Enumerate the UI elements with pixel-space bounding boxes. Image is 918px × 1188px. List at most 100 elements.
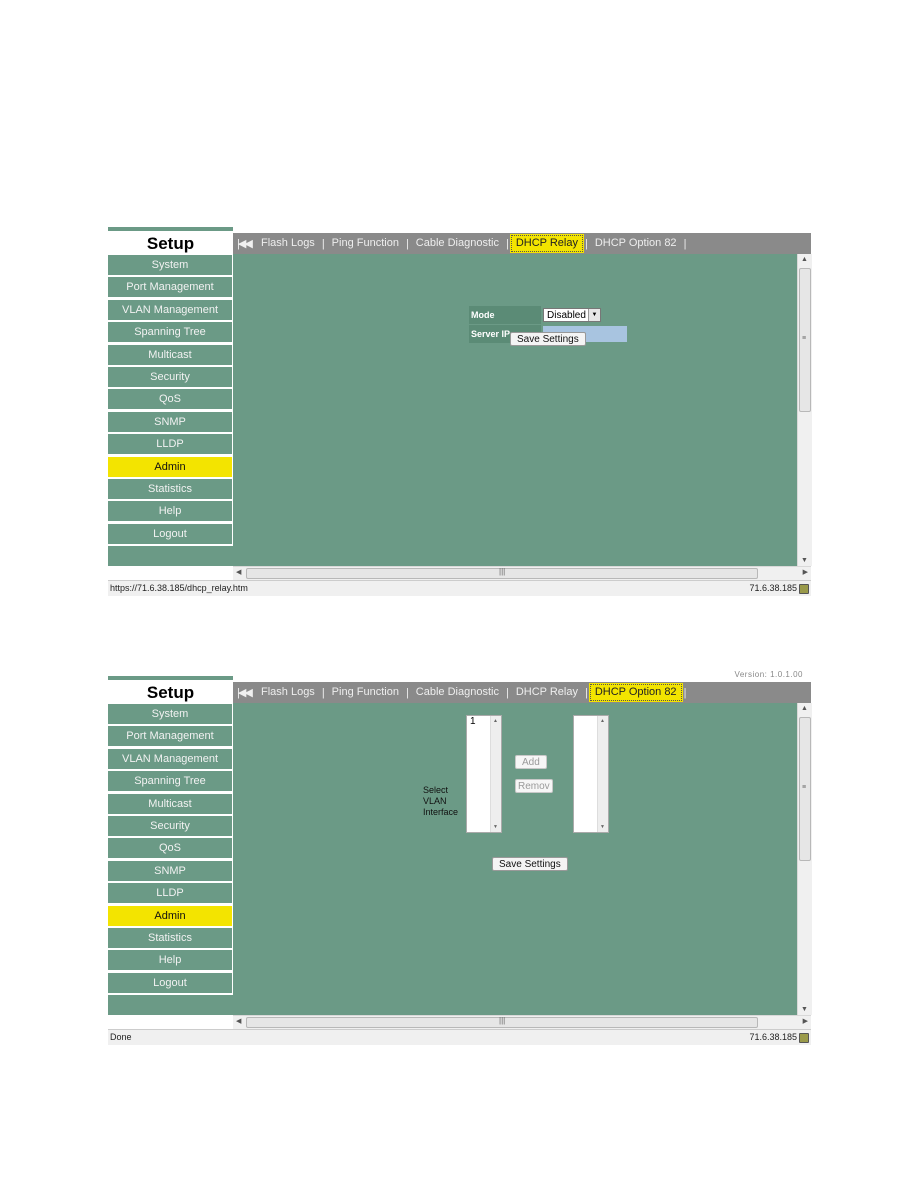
status-bar: https://71.6.38.185/dhcp_relay.htm 71.6.… — [108, 580, 811, 596]
mode-row: Mode Disabled ▼ — [469, 306, 627, 324]
sidebar-spacer — [108, 995, 233, 1016]
grip-icon: ≡ — [802, 335, 807, 342]
sidebar-item-lldp[interactable]: LLDP — [108, 883, 233, 904]
mode-label: Mode — [469, 306, 541, 324]
sidebar-item-snmp[interactable]: SNMP — [108, 860, 233, 881]
scroll-left-icon[interactable]: ◀ — [236, 568, 241, 576]
lock-icon[interactable] — [799, 584, 809, 594]
sidebar-item-multicast[interactable]: Multicast — [108, 344, 233, 365]
sidebar-title: Setup — [146, 234, 195, 253]
scroll-thumb[interactable]: ≡ — [799, 268, 811, 412]
sidebar-item-security[interactable]: Security — [108, 815, 233, 836]
sidebar-item-logout[interactable]: Logout — [108, 523, 233, 544]
first-page-icon[interactable]: |◀◀ — [237, 686, 255, 699]
sidebar-item-qos[interactable]: QoS — [108, 389, 233, 410]
sidebar-item-admin[interactable]: Admin — [108, 456, 233, 477]
tab-dhcp-option-82[interactable]: DHCP Option 82 — [588, 683, 683, 702]
content-area: Mode Disabled ▼ Server IP Save Settings — [233, 254, 797, 566]
vertical-scrollbar[interactable]: ▲ ≡ ▼ — [797, 254, 812, 566]
tab-flash-logs[interactable]: Flash Logs — [255, 234, 321, 253]
sidebar-item-snmp[interactable]: SNMP — [108, 411, 233, 432]
sidebar-item-system[interactable]: System — [108, 704, 233, 724]
lock-icon[interactable] — [799, 1033, 809, 1043]
grip-icon: ||| — [499, 1016, 506, 1025]
scroll-thumb[interactable]: ||| — [246, 567, 758, 579]
scroll-up-icon[interactable]: ▲ — [801, 705, 808, 712]
status-url: https://71.6.38.185/dhcp_relay.htm — [110, 583, 248, 593]
sidebar-item-statistics[interactable]: Statistics — [108, 927, 233, 948]
select-vlan-interface-label: Select VLAN Interface — [423, 785, 458, 818]
tab-bar: |◀◀ Flash Logs | Ping Function | Cable D… — [233, 682, 811, 703]
status-bar: Done 71.6.38.185 — [108, 1029, 811, 1045]
chevron-down-icon[interactable]: ▼ — [588, 309, 600, 321]
tab-dhcp-option-82[interactable]: DHCP Option 82 — [589, 234, 683, 253]
available-vlan-list[interactable]: 1 ▲ ▼ — [466, 715, 502, 833]
sidebar-item-vlan-management[interactable]: VLAN Management — [108, 748, 233, 769]
vertical-scrollbar[interactable]: ▲ ≡ ▼ — [797, 703, 812, 1015]
status-text: Done — [110, 1032, 132, 1042]
tab-separator: | — [683, 686, 687, 699]
sidebar-item-vlan-management[interactable]: VLAN Management — [108, 299, 233, 320]
scroll-right-icon[interactable]: ▶ — [803, 568, 808, 576]
sidebar-item-spanning-tree[interactable]: Spanning Tree — [108, 771, 233, 792]
status-host: 71.6.38.185 — [749, 583, 797, 593]
sidebar-item-security[interactable]: Security — [108, 366, 233, 387]
save-settings-button[interactable]: Save Settings — [492, 857, 568, 871]
add-button[interactable]: Add — [515, 755, 547, 769]
sidebar-title: Setup — [146, 683, 195, 702]
mode-select-value: Disabled — [547, 310, 586, 321]
scroll-right-icon[interactable]: ▶ — [803, 1017, 808, 1025]
horizontal-scrollbar[interactable]: ◀ ||| ▶ — [233, 1015, 811, 1029]
mode-select[interactable]: Disabled ▼ — [543, 308, 601, 322]
grip-icon: ||| — [499, 567, 506, 576]
sidebar-spacer — [108, 546, 233, 567]
sidebar-item-help[interactable]: Help — [108, 501, 233, 522]
tab-separator: | — [683, 237, 687, 250]
tab-cable-diagnostic[interactable]: Cable Diagnostic — [410, 683, 505, 702]
list-scrollbar[interactable]: ▲ ▼ — [490, 716, 501, 832]
label-line: Interface — [423, 807, 459, 817]
tab-flash-logs[interactable]: Flash Logs — [255, 683, 321, 702]
first-page-icon[interactable]: |◀◀ — [237, 237, 255, 250]
scroll-down-icon[interactable]: ▼ — [801, 1006, 808, 1013]
sidebar-item-spanning-tree[interactable]: Spanning Tree — [108, 322, 233, 343]
list-scrollbar[interactable]: ▲ ▼ — [597, 716, 608, 832]
label-line: VLAN — [423, 796, 447, 806]
sidebar-item-qos[interactable]: QoS — [108, 838, 233, 859]
scroll-down-icon[interactable]: ▼ — [600, 824, 605, 830]
content-area: Select VLAN Interface 1 ▲ ▼ Add Remov ▲ … — [233, 703, 797, 1015]
scroll-thumb[interactable]: ≡ — [799, 717, 811, 861]
sidebar-item-help[interactable]: Help — [108, 950, 233, 971]
scroll-up-icon[interactable]: ▲ — [801, 256, 808, 263]
sidebar-item-logout[interactable]: Logout — [108, 972, 233, 993]
status-host: 71.6.38.185 — [749, 1032, 797, 1042]
tab-cable-diagnostic[interactable]: Cable Diagnostic — [410, 234, 505, 253]
dhcp-relay-screen: Setup System Port Management VLAN Manage… — [108, 227, 812, 597]
sidebar-item-port-management[interactable]: Port Management — [108, 277, 233, 298]
tab-ping-function[interactable]: Ping Function — [326, 683, 405, 702]
scroll-up-icon[interactable]: ▲ — [600, 718, 605, 724]
sidebar-item-lldp[interactable]: LLDP — [108, 434, 233, 455]
horizontal-scrollbar[interactable]: ◀ ||| ▶ — [233, 566, 811, 580]
sidebar-item-statistics[interactable]: Statistics — [108, 478, 233, 499]
remove-button[interactable]: Remov — [515, 779, 553, 793]
label-line: Select — [423, 785, 449, 795]
tab-ping-function[interactable]: Ping Function — [326, 234, 405, 253]
sidebar-item-multicast[interactable]: Multicast — [108, 793, 233, 814]
tab-dhcp-relay[interactable]: DHCP Relay — [509, 234, 584, 253]
scroll-left-icon[interactable]: ◀ — [236, 1017, 241, 1025]
grip-icon: ≡ — [802, 784, 807, 791]
save-settings-button[interactable]: Save Settings — [510, 332, 586, 346]
scroll-up-icon[interactable]: ▲ — [493, 718, 498, 724]
tab-dhcp-relay[interactable]: DHCP Relay — [510, 683, 584, 702]
sidebar: Setup System Port Management VLAN Manage… — [108, 680, 233, 1016]
scroll-thumb[interactable]: ||| — [246, 1016, 758, 1028]
sidebar-item-port-management[interactable]: Port Management — [108, 726, 233, 747]
version-text: Version: 1.0.1.00 — [734, 670, 803, 679]
scroll-down-icon[interactable]: ▼ — [493, 824, 498, 830]
selected-vlan-list[interactable]: ▲ ▼ — [573, 715, 609, 833]
dhcp-option-82-screen: Version: 1.0.1.00 Setup System Port Mana… — [108, 670, 812, 1046]
scroll-down-icon[interactable]: ▼ — [801, 557, 808, 564]
sidebar-item-admin[interactable]: Admin — [108, 905, 233, 926]
sidebar-item-system[interactable]: System — [108, 255, 233, 275]
